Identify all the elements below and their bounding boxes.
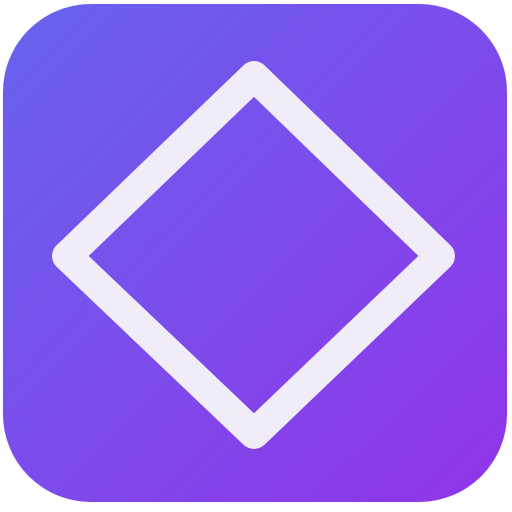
app-icon-tile[interactable] [3,4,507,502]
page-canvas [0,0,512,512]
app-icon-graphic [3,4,507,502]
